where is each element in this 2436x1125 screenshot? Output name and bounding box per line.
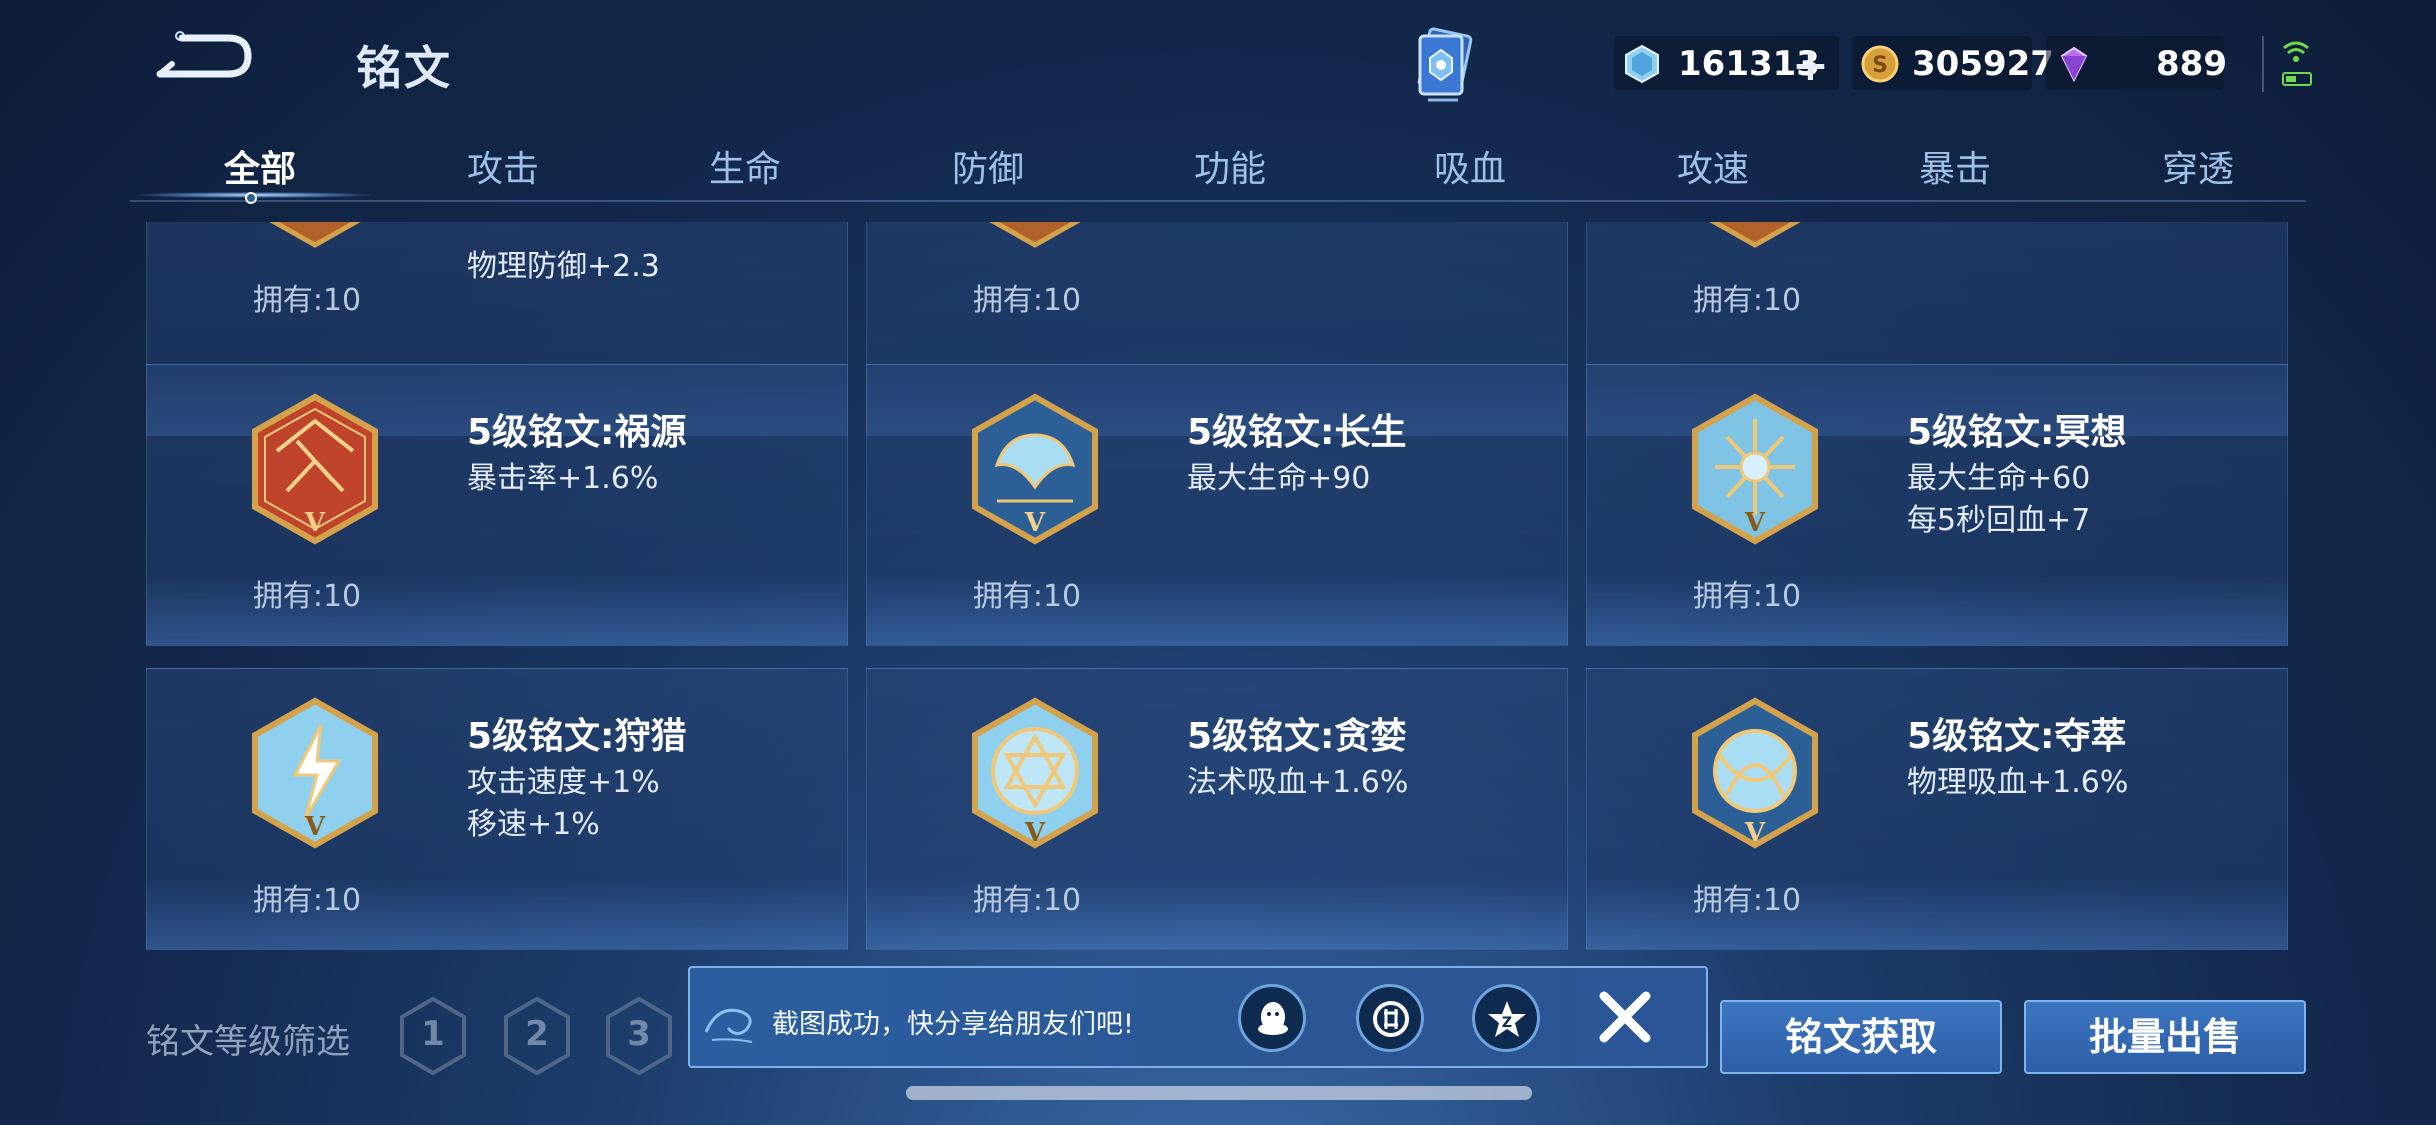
- rune-owned-count: 拥有:10: [1692, 283, 1802, 318]
- rune-card-changsheng[interactable]: V 5级铭文:长生 最大生命+90 拥有:10: [866, 364, 1568, 646]
- tab-defense[interactable]: 防御: [898, 140, 1078, 192]
- wechat-moments-icon: [1373, 1001, 1409, 1037]
- rune-card-shoulie[interactable]: V 5级铭文:狩猎 攻击速度+1% 移速+1% 拥有:10: [146, 668, 848, 950]
- svg-text:V: V: [304, 508, 326, 538]
- rune-name: 5级铭文:狩猎: [467, 716, 687, 757]
- level-filter-1-label: 1: [421, 1014, 445, 1054]
- svg-text:V: V: [304, 812, 326, 842]
- rune-card-huoyuan[interactable]: V 5级铭文:祸源 暴击率+1.6% 拥有:10: [146, 364, 848, 646]
- toast-message: 截图成功，快分享给朋友们吧!: [772, 1009, 1134, 1040]
- share-qzone-button[interactable]: Z: [1472, 984, 1540, 1052]
- rune-emblem-blue-icon: V: [972, 393, 1098, 545]
- top-bar: 铭文 161313 + S 305927 889: [0, 0, 2436, 130]
- rune-owned-count: 拥有:10: [972, 579, 1082, 614]
- tab-attack-speed[interactable]: 攻速: [1623, 140, 1803, 192]
- rune-attribute: 暴击率+1.6%: [467, 461, 659, 496]
- rune-attribute: 移速+1%: [467, 807, 600, 842]
- rune-name: 5级铭文:长生: [1187, 412, 1407, 453]
- gold-amount: 305927: [1912, 44, 2054, 84]
- back-button[interactable]: [150, 28, 260, 88]
- svg-text:V: V: [1744, 508, 1766, 538]
- crystal-icon: [1625, 44, 1659, 84]
- level-filter-3[interactable]: 3: [604, 996, 674, 1076]
- rune-emblem-icon: [1709, 222, 1801, 248]
- tab-penetration[interactable]: 穿透: [2108, 140, 2288, 192]
- rune-owned-count: 拥有:10: [1692, 883, 1802, 918]
- rune-owned-count: 拥有:10: [252, 283, 362, 318]
- svg-text:V: V: [1024, 818, 1046, 848]
- rune-name: 5级铭文:冥想: [1907, 412, 2127, 453]
- rune-attribute: 物理吸血+1.6%: [1907, 765, 2129, 800]
- rune-grid[interactable]: 物理防御+2.3 拥有:10 拥有:10 拥有:10 V 5级铭文:祸源 暴击率…: [146, 222, 2290, 962]
- rune-owned-count: 拥有:10: [972, 883, 1082, 918]
- rune-name: 5级铭文:夺萃: [1907, 716, 2127, 757]
- level-filter-2-label: 2: [525, 1014, 549, 1054]
- level-filter-1[interactable]: 1: [398, 996, 468, 1076]
- tab-life[interactable]: 生命: [655, 140, 835, 192]
- battery-icon: [2282, 72, 2312, 86]
- rune-attribute: 攻击速度+1%: [467, 765, 660, 800]
- rune-emblem-star-icon: V: [972, 697, 1098, 849]
- wifi-icon: [2283, 41, 2309, 62]
- rune-owned-count: 拥有:10: [252, 883, 362, 918]
- rune-emblem-icon: [989, 222, 1081, 248]
- rune-emblem-red-icon: V: [252, 393, 378, 545]
- rune-owned-count: 拥有:10: [252, 579, 362, 614]
- tab-crit[interactable]: 暴击: [1865, 140, 2045, 192]
- gem-amount: 889: [2156, 44, 2227, 84]
- screenshot-share-toast: 截图成功，快分享给朋友们吧! Z: [688, 966, 1708, 1068]
- crystal-currency: 161313 +: [1614, 36, 1839, 91]
- rune-obtain-button[interactable]: 铭文获取: [1720, 1000, 2002, 1074]
- svg-text:V: V: [1024, 508, 1046, 538]
- svg-text:V: V: [1744, 818, 1766, 848]
- home-indicator[interactable]: [906, 1086, 1532, 1100]
- rune-attribute: 最大生命+90: [1187, 461, 1371, 496]
- svg-text:Z: Z: [1502, 1015, 1512, 1031]
- gem-currency: 889: [2046, 36, 2227, 90]
- page-title: 铭文: [356, 41, 452, 95]
- back-arrow-icon: [156, 31, 252, 78]
- rune-attribute: 最大生命+60: [1907, 461, 2091, 496]
- rune-emblem-orb-icon: V: [1692, 697, 1818, 849]
- tab-function[interactable]: 功能: [1140, 140, 1320, 192]
- level-filter-label: 铭文等级筛选: [146, 1022, 350, 1062]
- tab-attack[interactable]: 攻击: [413, 140, 593, 192]
- rune-attribute: 物理防御+2.3: [467, 249, 660, 284]
- close-icon[interactable]: [1590, 982, 1660, 1052]
- active-tab-marker: [245, 192, 257, 204]
- gold-currency: S 305927: [1852, 36, 2054, 90]
- rune-card-mingxiang[interactable]: V 5级铭文:冥想 最大生命+60 每5秒回血+7 拥有:10: [1586, 364, 2288, 646]
- rune-emblem-blue-icon: V: [1692, 393, 1818, 545]
- add-crystal-icon[interactable]: +: [1792, 40, 1829, 91]
- rune-owned-count: 拥有:10: [1692, 579, 1802, 614]
- level-filter-2[interactable]: 2: [502, 996, 572, 1076]
- rune-emblem-lightning-icon: V: [252, 697, 378, 849]
- gold-coin-icon: S: [1861, 45, 1899, 83]
- rune-card-tanlan[interactable]: V 5级铭文:贪婪 法术吸血+1.6% 拥有:10: [866, 668, 1568, 950]
- category-tabs: 全部 攻击 生命 防御 功能 吸血 攻速 暴击 穿透: [130, 130, 2306, 204]
- diamond-icon: [2060, 46, 2088, 83]
- share-qq-button[interactable]: [1238, 984, 1306, 1052]
- rune-book-icon[interactable]: [1408, 26, 1482, 106]
- divider: [2262, 36, 2264, 92]
- level-filter-3-label: 3: [627, 1014, 651, 1054]
- swirl-decoration-icon: [704, 1008, 753, 1043]
- qq-icon: [1258, 1002, 1288, 1035]
- rune-attribute: 法术吸血+1.6%: [1187, 765, 1409, 800]
- tab-all[interactable]: 全部: [170, 140, 350, 192]
- bulk-sell-button[interactable]: 批量出售: [2024, 1000, 2306, 1074]
- rune-attribute: 每5秒回血+7: [1907, 503, 2091, 538]
- rune-card-duocui[interactable]: V 5级铭文:夺萃 物理吸血+1.6% 拥有:10: [1586, 668, 2288, 950]
- rune-emblem-icon: [269, 222, 361, 248]
- svg-text:S: S: [1872, 53, 1888, 78]
- qzone-icon: Z: [1488, 1001, 1526, 1037]
- tab-lifesteal[interactable]: 吸血: [1380, 140, 1560, 192]
- rune-name: 5级铭文:贪婪: [1187, 716, 1407, 757]
- rune-owned-count: 拥有:10: [972, 283, 1082, 318]
- share-wechat-moments-button[interactable]: [1356, 984, 1424, 1052]
- rune-name: 5级铭文:祸源: [467, 412, 687, 453]
- tab-underline: [130, 200, 2306, 202]
